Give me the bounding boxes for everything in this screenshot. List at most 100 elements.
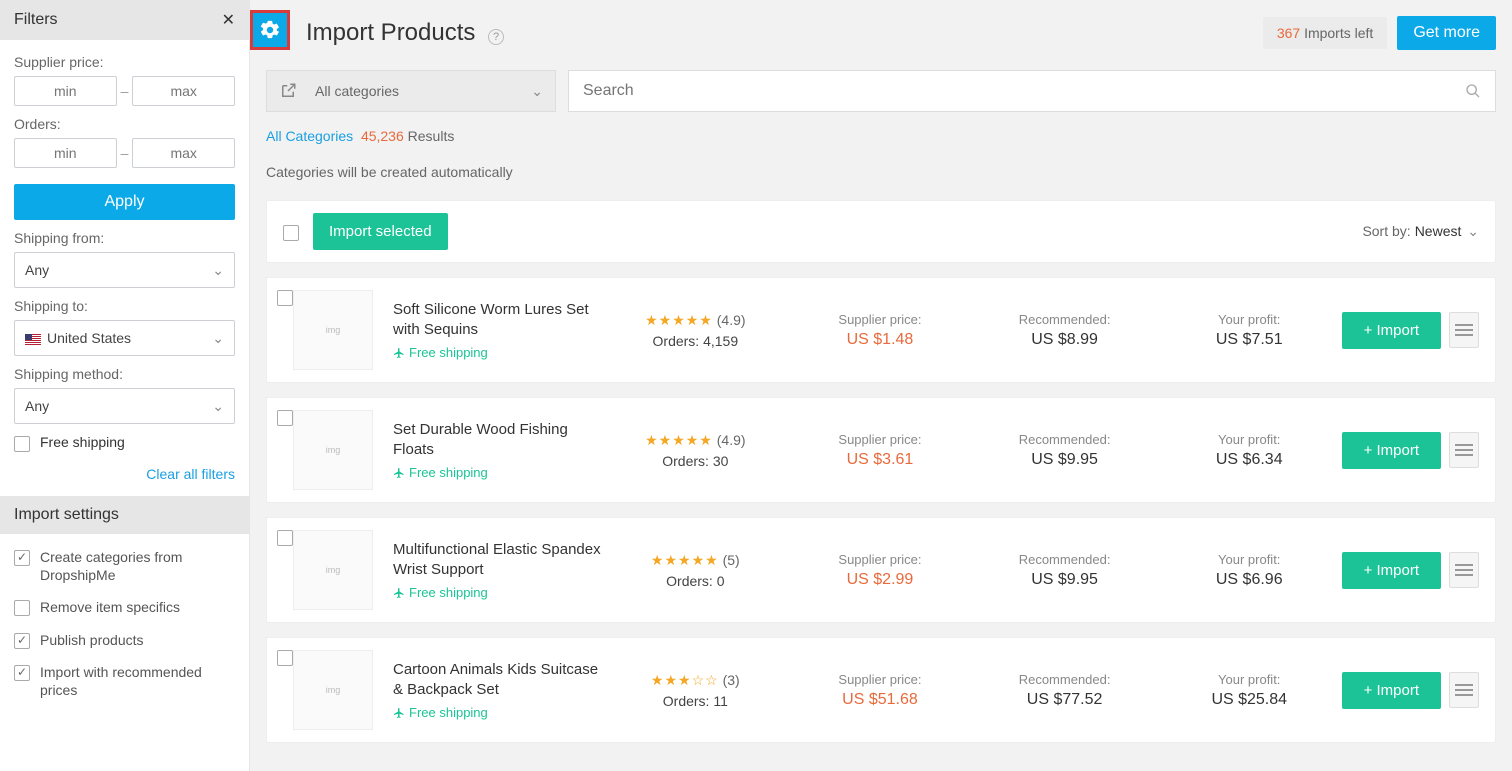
supplier-price-value: US $2.99 [788,571,973,589]
star-rating: ★★★★★ [651,552,719,568]
recommended-value: US $9.95 [972,571,1157,589]
product-image[interactable]: img [293,410,373,490]
product-checkbox[interactable] [277,650,293,666]
close-icon[interactable]: ✕ [222,10,235,30]
sort-dropdown[interactable]: Sort by:Newest ⌄ [1362,223,1479,240]
chevron-down-icon: ⌄ [212,330,224,347]
profit-label: Your profit: [1157,672,1342,687]
product-image[interactable]: img [293,650,373,730]
product-title[interactable]: Cartoon Animals Kids Suitcase & Backpack… [393,660,603,699]
profit-label: Your profit: [1157,312,1342,327]
orders-count: Orders: 0 [603,573,788,589]
product-title[interactable]: Multifunctional Elastic Spandex Wrist Su… [393,540,603,579]
free-shipping-checkbox[interactable] [14,436,30,452]
category-select[interactable]: All categories ⌄ [266,70,556,112]
apply-button[interactable]: Apply [14,184,235,220]
search-icon [1465,83,1481,99]
setting-checkbox[interactable] [14,550,30,566]
import-button[interactable]: + Import [1342,432,1441,469]
us-flag-icon [25,334,41,345]
product-row: img Set Durable Wood Fishing Floats Free… [266,397,1496,503]
help-icon[interactable]: ? [488,29,504,45]
chevron-down-icon: ⌄ [212,398,224,415]
shipping-method-label: Shipping method: [14,366,235,382]
plane-icon [393,467,405,479]
free-shipping-badge: Free shipping [393,585,603,600]
filters-title: Filters [14,11,58,29]
imports-left-badge: 367 Imports left [1263,17,1388,49]
profit-value: US $25.84 [1157,691,1342,709]
setting-checkbox[interactable] [14,665,30,681]
product-row: img Multifunctional Elastic Spandex Wris… [266,517,1496,623]
orders-count: Orders: 30 [603,453,788,469]
orders-count: Orders: 11 [603,693,788,709]
free-shipping-label: Free shipping [40,434,125,450]
import-selected-button[interactable]: Import selected [313,213,448,250]
setting-label: Publish products [40,631,144,649]
setting-label: Create categories from DropshipMe [40,548,235,584]
recommended-label: Recommended: [972,312,1157,327]
import-button[interactable]: + Import [1342,552,1441,589]
supplier-price-label: Supplier price: [788,312,973,327]
product-checkbox[interactable] [277,530,293,546]
plane-icon [393,347,405,359]
setting-checkbox[interactable] [14,600,30,616]
shipping-to-select[interactable]: United States ⌄ [14,320,235,356]
setting-checkbox[interactable] [14,633,30,649]
get-more-button[interactable]: Get more [1397,16,1496,50]
product-row: img Soft Silicone Worm Lures Set with Se… [266,277,1496,383]
star-rating: ★★★★★ [645,432,713,448]
orders-min-input[interactable] [14,138,117,168]
profit-label: Your profit: [1157,552,1342,567]
import-button[interactable]: + Import [1342,312,1441,349]
supplier-price-label: Supplier price: [788,432,973,447]
auto-category-note: Categories will be created automatically [266,164,1496,180]
row-menu-button[interactable] [1449,552,1479,588]
profit-label: Your profit: [1157,432,1342,447]
setting-label: Import with recommended prices [40,663,235,699]
chevron-down-icon: ⌄ [531,83,543,100]
all-categories-link[interactable]: All Categories [266,128,353,144]
supplier-price-min-input[interactable] [14,76,117,106]
supplier-price-value: US $1.48 [788,331,973,349]
import-settings-header: Import settings [0,496,249,534]
plane-icon [393,587,405,599]
select-all-checkbox[interactable] [283,225,299,241]
orders-label: Orders: [14,116,235,132]
import-button[interactable]: + Import [1342,672,1441,709]
gear-settings-button[interactable] [250,10,290,50]
dash: – [121,83,129,99]
recommended-label: Recommended: [972,672,1157,687]
shipping-method-select[interactable]: Any ⌄ [14,388,235,424]
star-rating: ★★★☆☆ [651,672,719,688]
page-title: Import Products ? [306,19,504,47]
dash: – [121,145,129,161]
recommended-value: US $8.99 [972,331,1157,349]
product-title[interactable]: Set Durable Wood Fishing Floats [393,420,603,459]
row-menu-button[interactable] [1449,312,1479,348]
product-row: img Cartoon Animals Kids Suitcase & Back… [266,637,1496,743]
product-checkbox[interactable] [277,410,293,426]
product-image[interactable]: img [293,290,373,370]
row-menu-button[interactable] [1449,672,1479,708]
supplier-price-value: US $3.61 [788,451,973,469]
shipping-from-select[interactable]: Any ⌄ [14,252,235,288]
recommended-label: Recommended: [972,432,1157,447]
gear-icon [259,19,281,41]
supplier-price-max-input[interactable] [132,76,235,106]
row-menu-button[interactable] [1449,432,1479,468]
search-input[interactable] [583,82,1465,100]
product-checkbox[interactable] [277,290,293,306]
free-shipping-badge: Free shipping [393,705,603,720]
recommended-label: Recommended: [972,552,1157,567]
main-content: Import Products ? 367 Imports left Get m… [250,0,1512,771]
shipping-from-label: Shipping from: [14,230,235,246]
orders-max-input[interactable] [132,138,235,168]
setting-label: Remove item specifics [40,598,180,616]
plane-icon [393,707,405,719]
filters-sidebar: Filters ✕ Supplier price: – Orders: – [0,0,250,771]
clear-filters-link[interactable]: Clear all filters [14,466,235,482]
product-title[interactable]: Soft Silicone Worm Lures Set with Sequin… [393,300,603,339]
search-box[interactable] [568,70,1496,112]
product-image[interactable]: img [293,530,373,610]
